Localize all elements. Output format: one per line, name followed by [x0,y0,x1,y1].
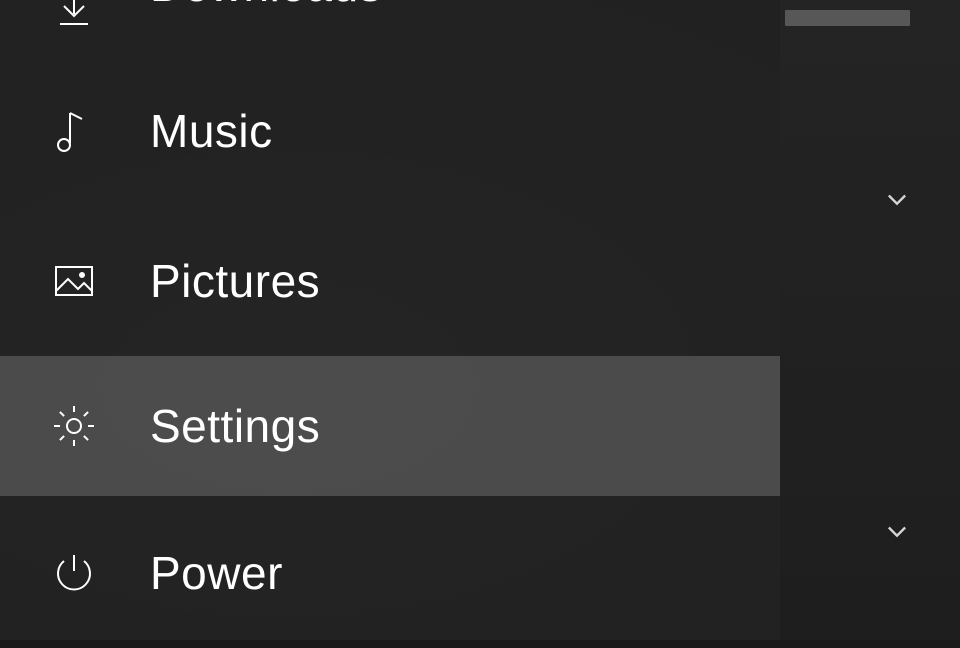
chevron-down-icon[interactable] [882,184,912,214]
menu-item-label: Power [150,546,283,600]
menu-list: Downloads Music Pictures [0,0,780,648]
download-icon [46,0,102,38]
menu-item-music[interactable]: Music [0,61,780,201]
music-icon [46,103,102,159]
right-panel [780,0,960,640]
start-menu-sidebar: Downloads Music Pictures [0,0,780,640]
menu-item-label: Music [150,104,273,158]
right-panel-divider [785,10,910,26]
menu-item-settings[interactable]: Settings [0,356,780,496]
power-icon [46,545,102,601]
chevron-down-icon[interactable] [882,516,912,546]
menu-item-downloads[interactable]: Downloads [0,0,780,36]
menu-item-power[interactable]: Power [0,498,780,648]
pictures-icon [46,253,102,309]
menu-item-label: Settings [150,399,320,453]
menu-item-label: Downloads [150,0,382,12]
menu-item-label: Pictures [150,254,320,308]
gear-icon [46,398,102,454]
menu-item-pictures[interactable]: Pictures [0,211,780,351]
